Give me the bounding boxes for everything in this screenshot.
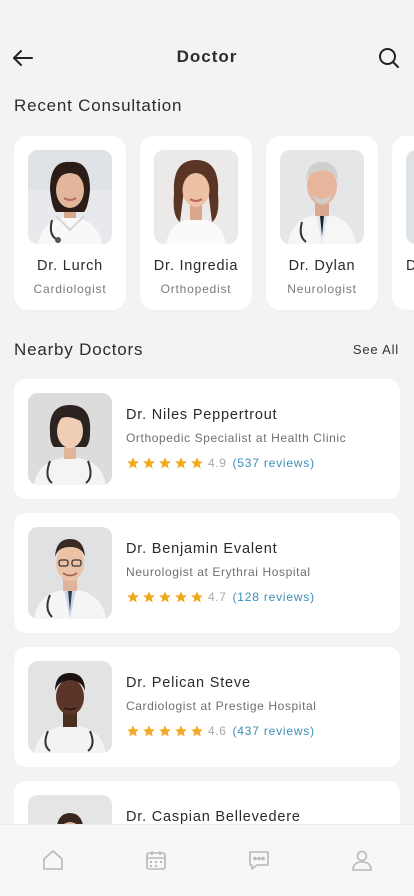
nearby-doctor-card[interactable]: Dr. Pelican Steve Cardiologist at Presti… (14, 647, 400, 767)
recent-card-ingredia[interactable]: Dr. Ingredia Orthopedist (140, 136, 252, 310)
nav-calendar[interactable] (143, 847, 169, 873)
search-icon (379, 48, 399, 68)
search-button[interactable] (376, 45, 402, 71)
star-icon (175, 457, 187, 469)
doctor-name: Dr. Benjamin Evalent (126, 541, 278, 557)
star-rating (126, 590, 204, 604)
star-icon (159, 725, 171, 737)
rating-row: 4.7 (128 reviews) (126, 589, 315, 605)
doctor-specialty: Cardiologist at Prestige Hospital (126, 699, 317, 713)
doctor-screen: Doctor Recent Consultation Dr. Lurch Car… (0, 0, 414, 896)
recent-card-dylan[interactable]: Dr. Dylan Neurologist (266, 136, 378, 310)
profile-icon (352, 850, 372, 871)
recent-card-partial[interactable]: D (392, 136, 414, 310)
doctor-name: Dr. Niles Peppertrout (126, 407, 278, 423)
star-icon (143, 591, 155, 603)
star-rating (126, 456, 204, 470)
star-icon (175, 591, 187, 603)
nav-profile[interactable] (349, 847, 375, 873)
star-icon (159, 591, 171, 603)
recent-consultation-title: Recent Consultation (14, 96, 183, 115)
doctor-specialty: Orthopedist (160, 282, 232, 296)
bottom-navigation (0, 824, 414, 896)
rating-value: 4.7 (208, 590, 227, 604)
nav-home[interactable] (40, 847, 66, 873)
doctor-photo (28, 393, 112, 485)
recent-card-lurch[interactable]: Dr. Lurch Cardiologist (14, 136, 126, 310)
star-icon (143, 725, 155, 737)
doctor-photo (154, 150, 238, 244)
star-icon (143, 457, 155, 469)
calendar-icon (146, 851, 166, 870)
doctor-name: Dr. Ingredia (153, 258, 239, 274)
doctor-photo (28, 150, 112, 244)
doctor-specialty: Neurologist at Erythrai Hospital (126, 565, 311, 579)
doctor-name: Dr. Caspian Bellevedere (126, 809, 301, 825)
star-icon (127, 457, 139, 469)
star-rating (126, 724, 204, 738)
rating-value: 4.6 (208, 724, 227, 738)
doctor-photo (406, 150, 414, 244)
recent-consultation-list: Dr. Lurch Cardiologist Dr. Ingredia Orth… (14, 136, 414, 311)
reviews-link[interactable]: (537 reviews) (232, 456, 314, 470)
star-icon (191, 591, 203, 603)
app-header: Doctor (0, 0, 414, 100)
home-icon (43, 850, 63, 870)
star-icon (191, 725, 203, 737)
star-icon (159, 457, 171, 469)
star-icon (191, 457, 203, 469)
star-icon (175, 725, 187, 737)
doctor-name: Dr. Lurch (36, 258, 104, 274)
rating-row: 4.9 (537 reviews) (126, 455, 315, 471)
doctor-name: D (406, 258, 414, 274)
nearby-doctor-card[interactable]: Dr. Benjamin Evalent Neurologist at Eryt… (14, 513, 400, 633)
doctor-photo (280, 150, 364, 244)
reviews-link[interactable]: (128 reviews) (232, 590, 314, 604)
doctor-specialty: Orthopedic Specialist at Health Clinic (126, 431, 347, 445)
doctor-photo (28, 527, 112, 619)
doctor-specialty: Cardiologist (33, 282, 107, 296)
star-icon (127, 725, 139, 737)
rating-value: 4.9 (208, 456, 227, 470)
rating-row: 4.6 (437 reviews) (126, 723, 315, 739)
page-title: Doctor (176, 47, 238, 66)
doctor-specialty: Neurologist (287, 282, 357, 296)
see-all-link[interactable]: See All (353, 342, 399, 357)
nav-chat[interactable] (246, 847, 272, 873)
doctor-photo (28, 661, 112, 753)
nearby-doctor-card[interactable]: Dr. Niles Peppertrout Orthopedic Special… (14, 379, 400, 499)
star-icon (127, 591, 139, 603)
doctor-name: Dr. Dylan (288, 258, 356, 274)
chat-icon (249, 851, 269, 870)
doctor-name: Dr. Pelican Steve (126, 675, 251, 691)
nearby-doctors-title: Nearby Doctors (14, 340, 144, 359)
reviews-link[interactable]: (437 reviews) (232, 724, 314, 738)
